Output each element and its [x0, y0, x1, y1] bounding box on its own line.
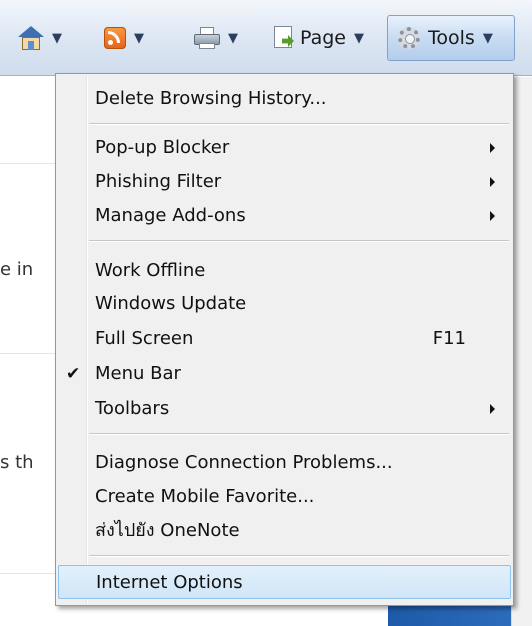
- menu-item-full-screen[interactable]: Full Screen F11: [58, 322, 511, 356]
- menu-separator: [89, 433, 509, 435]
- menu-item-label: Delete Browsing History...: [95, 88, 327, 109]
- chevron-down-icon[interactable]: ▼: [354, 31, 364, 46]
- page-icon: [274, 26, 294, 50]
- printer-icon: [194, 27, 220, 49]
- menu-item-label: Toolbars: [95, 398, 170, 419]
- chevron-down-icon[interactable]: ▼: [134, 31, 144, 46]
- scrollbar[interactable]: [511, 77, 532, 626]
- command-bar: ▼ ▼ ▼ Page ▼ Tools ▼: [0, 0, 532, 76]
- menu-item-label: Manage Add-ons: [95, 205, 246, 226]
- menu-item-work-offline[interactable]: Work Offline: [58, 254, 511, 288]
- tools-menu: Delete Browsing History... Pop-up Blocke…: [55, 73, 514, 606]
- tools-menu-label: Tools: [428, 27, 475, 49]
- home-icon: [18, 26, 44, 50]
- rss-icon: [104, 27, 126, 49]
- menu-item-windows-update[interactable]: Windows Update: [58, 287, 511, 321]
- menu-separator: [89, 555, 509, 557]
- menu-separator: [89, 123, 509, 125]
- shortcut-label: F11: [432, 328, 466, 349]
- print-button[interactable]: ▼: [194, 18, 238, 58]
- menu-item-label: Windows Update: [95, 293, 247, 314]
- menu-item-delete-browsing-history[interactable]: Delete Browsing History...: [58, 82, 511, 116]
- chevron-down-icon[interactable]: ▼: [52, 31, 62, 46]
- gear-icon: [398, 27, 420, 49]
- page-menu-label: Page: [300, 27, 346, 49]
- menu-item-send-to-onenote[interactable]: ส่งไปยัง OneNote: [58, 514, 511, 548]
- checkmark-icon: ✔: [66, 364, 81, 384]
- menu-item-label: Full Screen: [95, 328, 194, 349]
- tools-button-content: Tools ▼: [398, 18, 493, 58]
- menu-item-popup-blocker[interactable]: Pop-up Blocker: [58, 131, 511, 165]
- menu-item-label: Internet Options: [96, 572, 243, 593]
- menu-item-label: Diagnose Connection Problems...: [95, 452, 393, 473]
- submenu-arrow-icon: [490, 404, 495, 414]
- submenu-arrow-icon: [490, 211, 495, 221]
- menu-item-manage-addons[interactable]: Manage Add-ons: [58, 199, 511, 233]
- menu-item-diagnose-connection[interactable]: Diagnose Connection Problems...: [58, 446, 511, 480]
- chevron-down-icon: ▼: [482, 30, 493, 46]
- menu-item-create-mobile-favorite[interactable]: Create Mobile Favorite...: [58, 480, 511, 514]
- chevron-down-icon[interactable]: ▼: [228, 31, 238, 46]
- page-menu-button[interactable]: Page ▼: [274, 18, 364, 58]
- menu-item-label: Create Mobile Favorite...: [95, 486, 315, 507]
- menu-item-label: ส่งไปยัง OneNote: [95, 520, 240, 541]
- menu-item-label: Work Offline: [95, 260, 206, 281]
- tools-menu-button[interactable]: Tools ▼: [387, 15, 515, 61]
- page-text: e in: [0, 259, 34, 280]
- menu-separator: [89, 240, 509, 242]
- submenu-arrow-icon: [490, 143, 495, 153]
- feeds-button[interactable]: ▼: [104, 18, 144, 58]
- menu-item-phishing-filter[interactable]: Phishing Filter: [58, 165, 511, 199]
- submenu-arrow-icon: [490, 177, 495, 187]
- home-button[interactable]: ▼: [18, 18, 62, 58]
- menu-item-menu-bar[interactable]: ✔ Menu Bar: [58, 357, 511, 391]
- menu-item-toolbars[interactable]: Toolbars: [58, 392, 511, 426]
- menu-item-label: Phishing Filter: [95, 171, 222, 192]
- page-text: s th: [0, 452, 34, 473]
- menu-item-label: Pop-up Blocker: [95, 137, 230, 158]
- menu-item-label: Menu Bar: [95, 363, 181, 384]
- menu-item-internet-options[interactable]: Internet Options: [58, 565, 511, 599]
